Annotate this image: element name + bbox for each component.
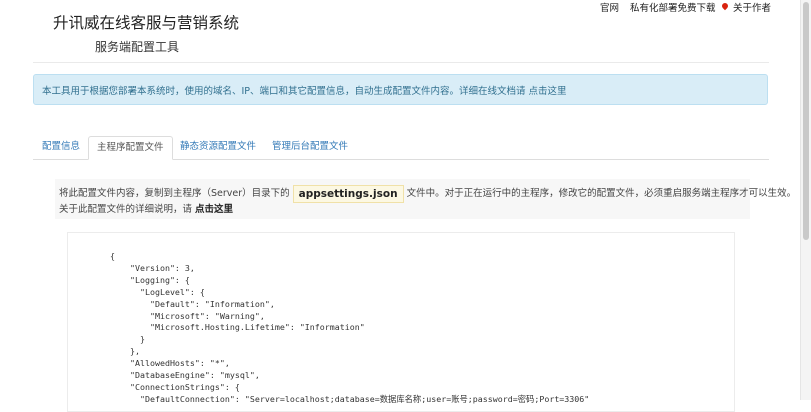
code-line: {	[110, 251, 115, 261]
app-subtitle: 服务端配置工具	[95, 40, 180, 54]
alert-docs-link[interactable]: 点击这里	[529, 83, 567, 97]
alert-text: 本工具用于根据您部署本系统时，使用的域名、IP、端口和其它配置信息，自动生成配置…	[42, 85, 526, 97]
scrollbar-thumb[interactable]	[803, 2, 809, 240]
description-line-2: 关于此配置文件的详细说明，请 点击这里	[59, 203, 746, 217]
nav-official-link[interactable]: 官网	[600, 0, 619, 14]
code-line: "DefaultConnection": "Server=localhost;d…	[110, 393, 590, 404]
config-code: { "Version": 3, "Logging": { "LogLevel":…	[68, 233, 734, 406]
code-line: "ConnectionStrings": {	[129, 381, 240, 392]
tab-admin-config[interactable]: 管理后台配置文件	[272, 136, 348, 159]
code-line: "Microsoft": "Warning",	[149, 310, 265, 321]
config-tabs: 配置信息 主程序配置文件 静态资源配置文件 管理后台配置文件	[33, 136, 769, 160]
description-after: 文件中。对于正在运行中的主程序，修改它的配置文件，必须重启服务端主程序才可以生效…	[406, 188, 797, 199]
description-before: 将此配置文件内容，复制到主程序（Server）目录下的	[59, 188, 290, 199]
description-line-1: 将此配置文件内容，复制到主程序（Server）目录下的 appsettings.…	[59, 185, 796, 203]
nav-private-deploy-link[interactable]: 私有化部署免费下载	[630, 0, 716, 14]
tab-static-config[interactable]: 静态资源配置文件	[180, 136, 256, 159]
nav-about-label: 关于作者	[733, 3, 772, 14]
code-line: "LogLevel": {	[139, 286, 205, 297]
code-line: "DatabaseEngine": "mysql",	[129, 370, 260, 381]
code-line: "Default": "Information",	[149, 298, 275, 309]
code-line: "Microsoft.Hosting.Lifetime": "Informati…	[149, 322, 365, 333]
code-line: }	[139, 334, 145, 345]
filename-badge: appsettings.json	[292, 185, 404, 203]
config-code-block[interactable]: { "Version": 3, "Logging": { "LogLevel":…	[67, 232, 735, 412]
page: 升讯威在线客服与营销系统 服务端配置工具 官网 私有化部署免费下载 关于作者 本…	[0, 0, 800, 412]
description-details-link[interactable]: 点击这里	[195, 204, 233, 215]
tab-config-info[interactable]: 配置信息	[42, 136, 80, 159]
info-alert: 本工具用于根据您部署本系统时，使用的域名、IP、端口和其它配置信息，自动生成配置…	[33, 74, 768, 105]
code-line: "Version": 3,	[129, 262, 195, 273]
description-box: 将此配置文件内容，复制到主程序（Server）目录下的 appsettings.…	[55, 179, 796, 219]
nav-about-link[interactable]: 关于作者	[720, 0, 772, 14]
code-line: },	[129, 346, 140, 357]
map-pin-icon	[720, 1, 730, 11]
page-scrollbar[interactable]	[800, 0, 811, 400]
code-line: "Logging": {	[129, 274, 190, 285]
tab-main-config[interactable]: 主程序配置文件	[88, 136, 173, 160]
code-line: "AllowedHosts": "*",	[129, 358, 230, 369]
header-divider	[33, 62, 769, 63]
app-title: 升讯威在线客服与营销系统	[53, 14, 240, 32]
description-line2-text: 关于此配置文件的详细说明，请	[59, 204, 193, 215]
